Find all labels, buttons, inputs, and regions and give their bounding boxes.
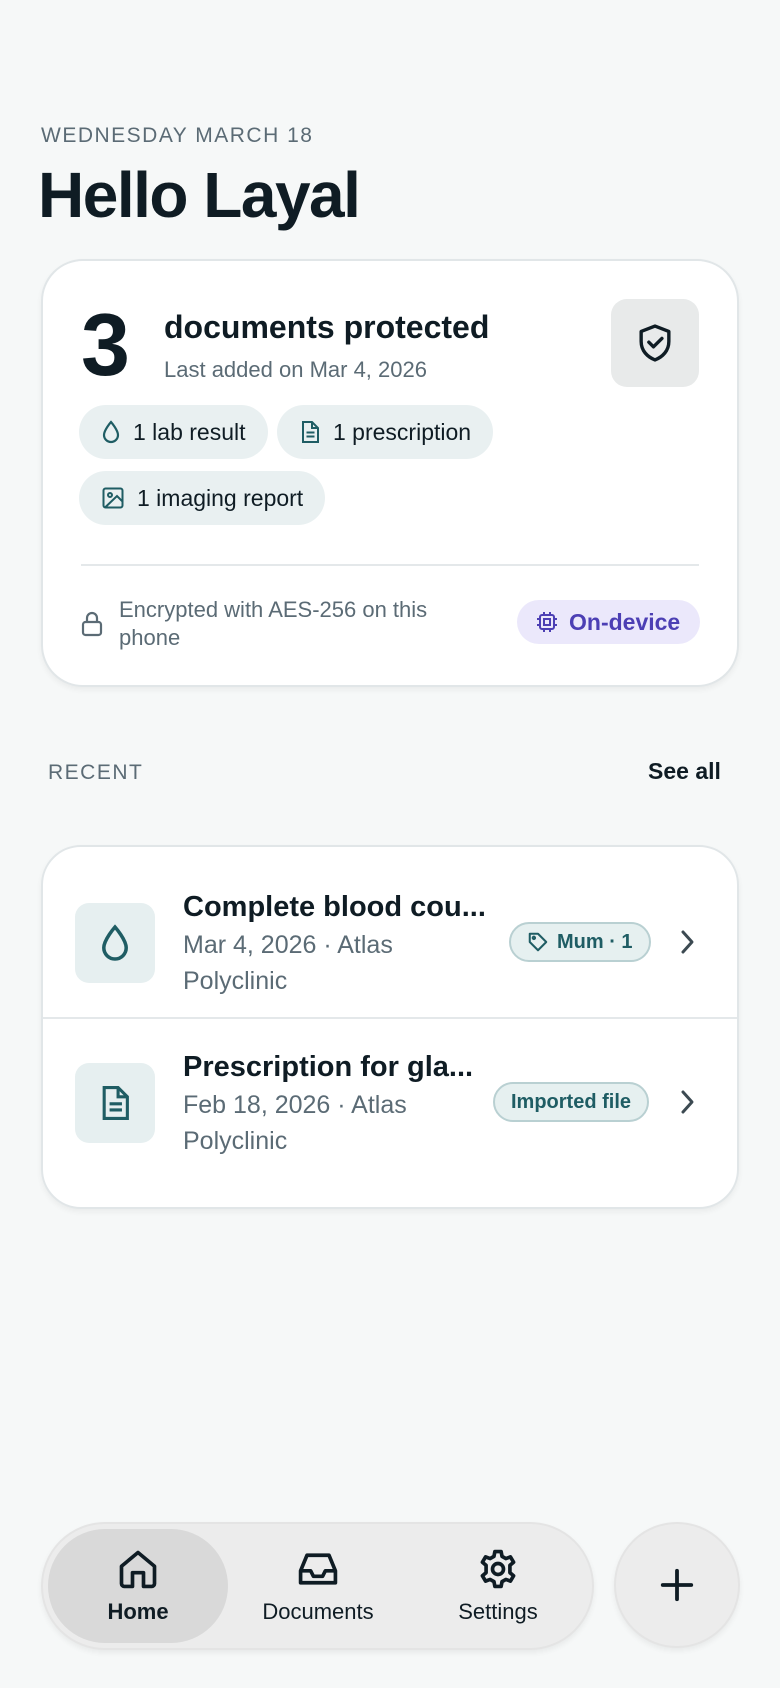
item-meta: Feb 18, 2026 · Atlas Polyclinic	[183, 1091, 407, 1155]
chip-prescription[interactable]: 1 prescription	[277, 405, 494, 459]
item-title: Complete blood cou...	[183, 891, 486, 923]
nav-label: Home	[107, 1599, 169, 1624]
item-title: Prescription for gla...	[183, 1051, 474, 1083]
summary-subtitle: Last added on Mar 4, 2026	[164, 357, 427, 382]
inbox-icon	[298, 1553, 338, 1585]
lock-icon	[81, 611, 103, 637]
chip-label: 1 prescription	[333, 418, 472, 445]
gear-icon	[480, 1549, 516, 1589]
greeting-title: Hello Layal	[38, 159, 361, 231]
chip-label: 1 imaging report	[137, 484, 304, 511]
chip-icon	[537, 612, 557, 632]
plus-icon	[660, 1568, 694, 1602]
chevron-right-icon	[681, 1090, 694, 1114]
nav-item-settings[interactable]: Settings	[408, 1529, 588, 1643]
bottom-nav: Home Documents Settings	[41, 1522, 594, 1650]
document-icon	[302, 421, 319, 443]
nav-label: Settings	[458, 1599, 538, 1624]
add-button[interactable]	[614, 1522, 740, 1648]
tag-label: Mum · 1	[557, 930, 633, 953]
summary-card[interactable]: 3 documents protected Last added on Mar …	[41, 259, 739, 687]
droplet-icon	[102, 420, 120, 444]
summary-title: documents protected	[164, 309, 490, 345]
row-icon-tile	[75, 903, 155, 983]
tag-icon	[528, 932, 548, 952]
droplet-icon	[102, 924, 128, 961]
document-count: 3	[81, 295, 130, 394]
encryption-text: Encrypted with AES-256 on this phone	[119, 597, 428, 650]
nav-item-home[interactable]: Home	[48, 1529, 228, 1643]
item-tag: Mum · 1	[509, 922, 651, 962]
list-item[interactable]: Complete blood cou... Mar 4, 2026 · Atla…	[43, 847, 737, 1017]
on-device-label: On-device	[569, 608, 681, 635]
shield-check-icon	[639, 324, 671, 362]
chevron-right-icon	[681, 930, 694, 954]
item-tag: Imported file	[493, 1082, 650, 1122]
divider	[81, 564, 699, 566]
date-line: WEDNESDAY MARCH 18	[41, 124, 314, 147]
tag-label: Imported file	[511, 1090, 632, 1113]
nav-item-documents[interactable]: Documents	[228, 1529, 408, 1643]
list-item[interactable]: Prescription for gla... Feb 18, 2026 · A…	[43, 1017, 737, 1187]
home-icon	[119, 1550, 157, 1589]
on-device-badge: On-device	[517, 600, 701, 644]
item-meta: Mar 4, 2026 · Atlas Polyclinic	[183, 931, 393, 995]
nav-label: Documents	[262, 1599, 374, 1624]
row-icon-tile	[75, 1063, 155, 1143]
document-icon	[102, 1086, 129, 1120]
recent-section-label: RECENT	[48, 761, 144, 784]
chip-lab-result[interactable]: 1 lab result	[79, 405, 268, 459]
see-all-link[interactable]: See all	[648, 758, 721, 785]
chip-imaging-report[interactable]: 1 imaging report	[79, 471, 326, 525]
image-icon	[102, 487, 124, 509]
recent-list: Complete blood cou... Mar 4, 2026 · Atla…	[41, 845, 739, 1209]
chip-label: 1 lab result	[133, 418, 246, 445]
shield-button[interactable]	[611, 299, 699, 387]
